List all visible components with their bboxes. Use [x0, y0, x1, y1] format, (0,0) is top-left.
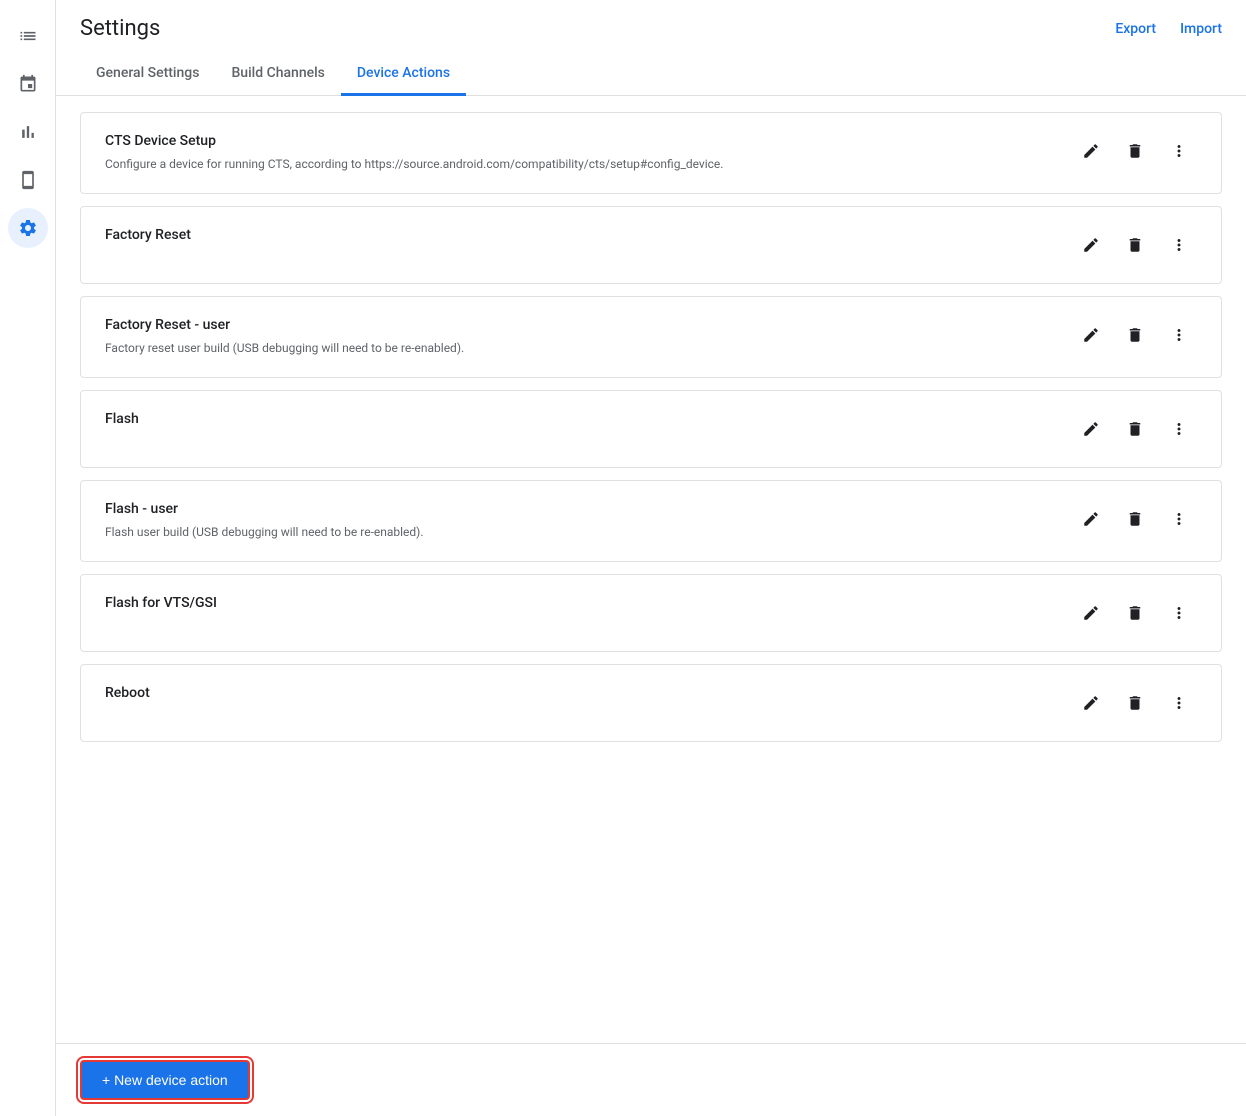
sidebar-item-device[interactable]: [8, 160, 48, 200]
tab-general-settings[interactable]: General Settings: [80, 53, 215, 96]
action-controls: [1073, 685, 1197, 721]
delete-button[interactable]: [1117, 501, 1153, 537]
action-info: Factory Reset - user Factory reset user b…: [105, 317, 1057, 357]
action-description: Configure a device for running CTS, acco…: [105, 155, 1057, 173]
edit-button[interactable]: [1073, 501, 1109, 537]
device-actions-list: CTS Device Setup Configure a device for r…: [56, 96, 1246, 1043]
sidebar-item-chart[interactable]: [8, 112, 48, 152]
action-title: Factory Reset: [105, 227, 1057, 243]
more-button[interactable]: [1161, 227, 1197, 263]
action-card-flash-user: Flash - user Flash user build (USB debugg…: [80, 480, 1222, 562]
header-actions: Export Import: [1115, 21, 1222, 37]
sidebar: [0, 0, 56, 1116]
delete-button[interactable]: [1117, 317, 1153, 353]
delete-button[interactable]: [1117, 595, 1153, 631]
edit-button[interactable]: [1073, 411, 1109, 447]
more-button[interactable]: [1161, 685, 1197, 721]
import-button[interactable]: Import: [1180, 21, 1222, 37]
edit-button[interactable]: [1073, 317, 1109, 353]
edit-button[interactable]: [1073, 133, 1109, 169]
action-title: Flash for VTS/GSI: [105, 595, 1057, 611]
new-device-action-button[interactable]: + New device action: [80, 1060, 250, 1100]
action-description: Flash user build (USB debugging will nee…: [105, 523, 1057, 541]
action-info: Factory Reset: [105, 227, 1057, 249]
action-controls: [1073, 133, 1197, 169]
delete-button[interactable]: [1117, 227, 1153, 263]
more-button[interactable]: [1161, 501, 1197, 537]
action-controls: [1073, 595, 1197, 631]
sidebar-item-settings[interactable]: [8, 208, 48, 248]
action-description: Factory reset user build (USB debugging …: [105, 339, 1057, 357]
action-card-flash-vts-gsi: Flash for VTS/GSI: [80, 574, 1222, 652]
edit-button[interactable]: [1073, 595, 1109, 631]
action-title: Reboot: [105, 685, 1057, 701]
action-controls: [1073, 501, 1197, 537]
action-controls: [1073, 317, 1197, 353]
action-card-flash: Flash: [80, 390, 1222, 468]
action-controls: [1073, 411, 1197, 447]
action-controls: [1073, 227, 1197, 263]
action-card-factory-reset: Factory Reset: [80, 206, 1222, 284]
tab-device-actions[interactable]: Device Actions: [341, 53, 466, 96]
action-card-cts-device-setup: CTS Device Setup Configure a device for r…: [80, 112, 1222, 194]
sidebar-item-calendar[interactable]: [8, 64, 48, 104]
more-button[interactable]: [1161, 411, 1197, 447]
edit-button[interactable]: [1073, 227, 1109, 263]
action-title: Flash - user: [105, 501, 1057, 517]
action-info: CTS Device Setup Configure a device for r…: [105, 133, 1057, 173]
action-info: Flash for VTS/GSI: [105, 595, 1057, 617]
delete-button[interactable]: [1117, 133, 1153, 169]
delete-button[interactable]: [1117, 685, 1153, 721]
more-button[interactable]: [1161, 317, 1197, 353]
action-card-factory-reset-user: Factory Reset - user Factory reset user b…: [80, 296, 1222, 378]
header: Settings Export Import: [56, 0, 1246, 41]
action-card-reboot: Reboot: [80, 664, 1222, 742]
more-button[interactable]: [1161, 595, 1197, 631]
footer: + New device action: [56, 1043, 1246, 1116]
action-info: Flash: [105, 411, 1057, 433]
action-title: CTS Device Setup: [105, 133, 1057, 149]
tabs: General Settings Build Channels Device A…: [56, 53, 1246, 96]
edit-button[interactable]: [1073, 685, 1109, 721]
sidebar-item-list[interactable]: [8, 16, 48, 56]
tab-build-channels[interactable]: Build Channels: [215, 53, 340, 96]
delete-button[interactable]: [1117, 411, 1153, 447]
export-button[interactable]: Export: [1115, 21, 1156, 37]
page-title: Settings: [80, 16, 160, 41]
action-title: Factory Reset - user: [105, 317, 1057, 333]
more-button[interactable]: [1161, 133, 1197, 169]
action-info: Flash - user Flash user build (USB debugg…: [105, 501, 1057, 541]
action-info: Reboot: [105, 685, 1057, 707]
main-content: Settings Export Import General Settings …: [56, 0, 1246, 1116]
action-title: Flash: [105, 411, 1057, 427]
